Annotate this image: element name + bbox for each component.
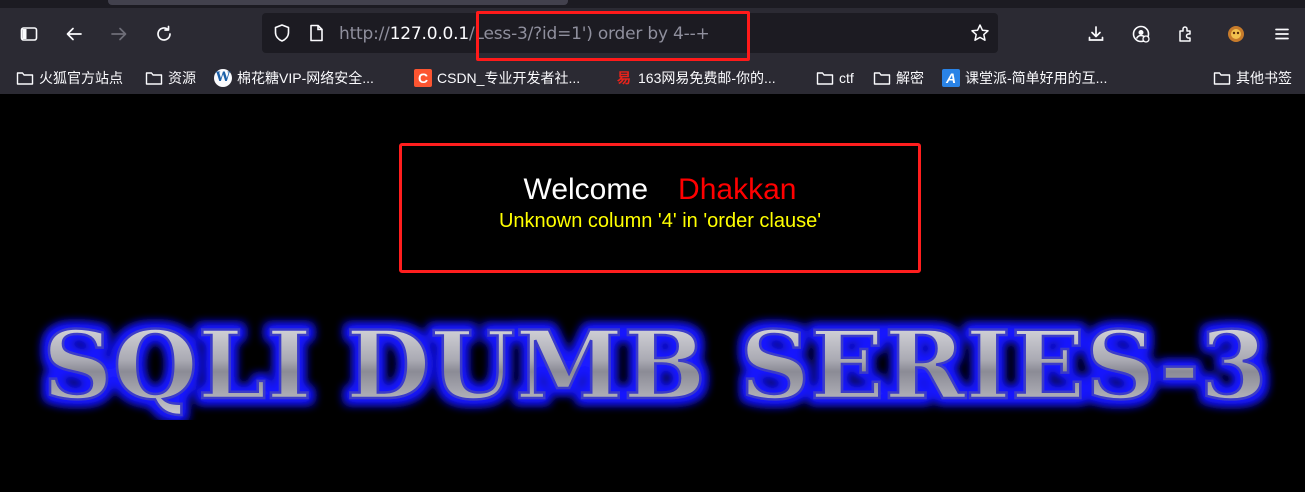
- bookmark-ketangpai[interactable]: A 课堂派-简单好用的互...: [942, 67, 1107, 89]
- url-protocol: http://: [339, 24, 390, 44]
- welcome-line: Welcome Dhakkan: [402, 173, 918, 207]
- bookmark-label: 163网易免费邮-你的...: [638, 70, 776, 86]
- bookmark-decrypt[interactable]: 解密: [873, 67, 924, 89]
- forward-icon: [111, 27, 127, 41]
- bookmark-ctf[interactable]: ctf: [816, 67, 854, 89]
- message-highlight-box: Welcome Dhakkan Unknown column '4' in 'or…: [399, 143, 921, 273]
- account-icon: [1132, 25, 1150, 43]
- app-menu-button[interactable]: [1267, 19, 1297, 49]
- profile-avatar-button[interactable]: [1221, 19, 1251, 49]
- bookmark-firefox-official[interactable]: 火狐官方站点: [16, 67, 123, 89]
- netease-icon: 易: [617, 70, 631, 86]
- csdn-icon: C: [414, 69, 432, 87]
- bookmark-163-mail[interactable]: 易 163网易免费邮-你的...: [615, 67, 776, 89]
- back-icon: [66, 27, 82, 41]
- reload-button[interactable]: [149, 19, 179, 49]
- url-host: 127.0.0.1: [389, 24, 470, 44]
- sidebar-toggle-button[interactable]: [14, 19, 44, 49]
- bookmarks-bar: 火狐官方站点 资源 W 棉花糖VIP-网络安全... C CSDN_专业开发者社…: [0, 63, 1305, 94]
- profile-avatar-icon: [1228, 26, 1244, 42]
- bookmark-csdn[interactable]: C CSDN_专业开发者社...: [414, 67, 580, 89]
- browser-toolbar: http://127.0.0.1/Less-3/?id=1') order by…: [0, 0, 1305, 63]
- bookmark-resources[interactable]: 资源: [145, 67, 196, 89]
- bookmark-label: 其他书签: [1236, 70, 1292, 86]
- welcome-text: Welcome: [523, 173, 649, 206]
- extensions-button[interactable]: [1171, 19, 1201, 49]
- menu-icon: [1275, 28, 1289, 40]
- address-bar[interactable]: http://127.0.0.1/Less-3/?id=1') order by…: [262, 13, 998, 53]
- download-icon: [1088, 26, 1104, 41]
- user-name: Dhakkan: [678, 173, 797, 206]
- shield-icon[interactable]: [272, 23, 292, 43]
- bookmark-mianhuatang[interactable]: W 棉花糖VIP-网络安全...: [214, 67, 374, 89]
- banner-title: SQLI DUMB SERIES-3: [43, 311, 1268, 420]
- downloads-button[interactable]: [1081, 19, 1111, 49]
- bookmark-label: ctf: [839, 70, 854, 86]
- series-banner: SQLI DUMB SERIES-3: [41, 310, 1269, 420]
- sql-error-message: Unknown column '4' in 'order clause': [498, 210, 822, 232]
- active-tab[interactable]: [108, 0, 568, 5]
- url-text[interactable]: http://127.0.0.1/Less-3/?id=1') order by…: [339, 24, 710, 44]
- bookmark-label: 课堂派-简单好用的互...: [965, 70, 1108, 86]
- bookmark-label: CSDN_专业开发者社...: [437, 70, 581, 86]
- bookmark-label: 火狐官方站点: [39, 70, 123, 86]
- account-button[interactable]: [1126, 19, 1156, 49]
- reload-icon: [157, 25, 171, 41]
- extensions-icon: [1179, 26, 1191, 42]
- page-content: Welcome Dhakkan Unknown column '4' in 'or…: [0, 94, 1305, 492]
- folder-icon: [873, 69, 891, 87]
- folder-icon: [816, 69, 834, 87]
- bookmark-other-bookmarks[interactable]: 其他书签: [1213, 67, 1292, 89]
- url-path: /Less-3/?id=1') order by 4--+: [469, 24, 710, 44]
- wordpress-icon: W: [214, 69, 232, 87]
- bookmark-label: 棉花糖VIP-网络安全...: [237, 70, 374, 86]
- star-icon[interactable]: [970, 23, 990, 43]
- folder-icon: [145, 69, 163, 87]
- back-button[interactable]: [59, 19, 89, 49]
- sidebar-icon: [20, 27, 38, 41]
- bookmark-label: 解密: [896, 70, 924, 86]
- forward-button[interactable]: [104, 19, 134, 49]
- bookmark-label: 资源: [168, 70, 196, 86]
- tab-strip: [0, 0, 1305, 8]
- folder-icon: [1213, 69, 1231, 87]
- ketangpai-icon: A: [942, 69, 960, 87]
- folder-icon: [16, 69, 34, 87]
- page-icon[interactable]: [306, 23, 326, 43]
